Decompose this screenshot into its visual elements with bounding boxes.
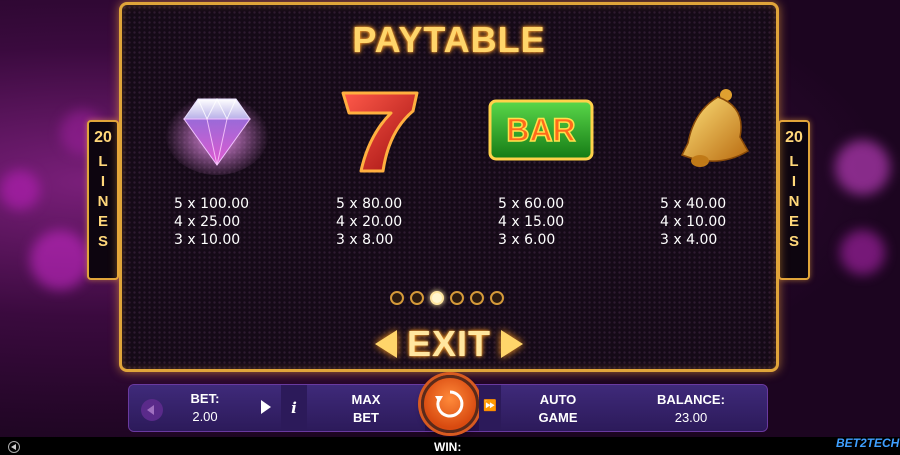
max-bet-button[interactable]: MAX BET [307, 385, 425, 431]
brand-logo: BET2TECH [836, 436, 900, 450]
spin-arrow-icon [435, 390, 464, 418]
lines-letter: S [788, 233, 799, 250]
balance-value: 23.00 [674, 410, 708, 425]
pay-value: 4 x 20.00 [336, 214, 403, 230]
paytable-values-bell: 5 x 40.00 4 x 10.00 3 x 4.00 [660, 195, 790, 249]
bet-value: 2.00 [192, 409, 218, 424]
paytable-values-diamond: 5 x 100.00 4 x 25.00 3 x 10.00 [174, 195, 304, 249]
paytable-values-bar: 5 x 60.00 4 x 15.00 3 x 6.00 [498, 195, 628, 249]
bet-increase-button[interactable] [261, 400, 271, 414]
background-bokeh [30, 230, 90, 290]
win-label: WIN: [434, 440, 462, 454]
lines-letter: N [97, 193, 109, 210]
diamond-icon [165, 91, 269, 175]
next-page-arrow-icon[interactable] [501, 330, 523, 358]
max-bet-label: MAX [351, 392, 381, 407]
spin-button[interactable] [421, 375, 479, 433]
lines-letter: S [97, 233, 108, 250]
balance-label: BALANCE: [657, 392, 725, 407]
symbol-bell [638, 85, 768, 175]
pay-value: 5 x 60.00 [498, 196, 565, 212]
auto-game-button[interactable]: AUTO GAME [501, 385, 615, 431]
lines-letter: L [789, 153, 799, 170]
pay-value: 3 x 10.00 [174, 232, 241, 248]
paytable-title: PAYTABLE [352, 19, 546, 60]
lines-count: 20 [94, 129, 112, 146]
info-button[interactable]: i [281, 385, 307, 431]
lines-letter: N [788, 193, 800, 210]
control-bar: BET: 2.00 i MAX BET ⏩ AUTO GAME BALANCE:… [128, 375, 768, 433]
pay-value: 4 x 15.00 [498, 214, 565, 230]
info-icon: i [291, 399, 297, 417]
bet-label: BET: [190, 391, 220, 406]
pay-value: 4 x 25.00 [174, 214, 241, 230]
page-dot[interactable] [490, 291, 504, 305]
bet-control: BET: 2.00 [129, 385, 281, 431]
lines-letter: I [100, 173, 106, 190]
previous-page-arrow-icon[interactable] [374, 330, 397, 358]
pay-value: 3 x 8.00 [336, 232, 394, 248]
seven-icon [341, 91, 419, 173]
bar-label: BAR [506, 112, 575, 148]
lines-letter: I [791, 173, 797, 190]
lines-letter: E [97, 213, 108, 230]
background-bokeh [835, 140, 890, 195]
background-bokeh [840, 230, 885, 275]
sound-toggle-icon[interactable] [8, 441, 20, 453]
balance-display: BALANCE: 23.00 [615, 385, 767, 431]
symbol-diamond [152, 85, 282, 175]
fast-forward-icon: ⏩ [483, 400, 497, 412]
pay-value: 5 x 40.00 [660, 196, 727, 212]
page-dot[interactable] [450, 291, 464, 305]
page-dot[interactable] [470, 291, 484, 305]
pay-value: 5 x 100.00 [174, 196, 250, 212]
paytable-values-seven: 5 x 80.00 4 x 20.00 3 x 8.00 [336, 195, 466, 249]
page-dot[interactable] [410, 291, 424, 305]
exit-navigation: EXIT [122, 323, 776, 365]
lines-indicator-left: 20 L I N E S [87, 120, 119, 280]
lines-count: 20 [785, 129, 803, 146]
auto-game-label: GAME [538, 410, 578, 425]
lines-letter: E [788, 213, 799, 230]
background-bokeh [0, 170, 40, 210]
exit-button[interactable]: EXIT [407, 323, 491, 365]
page-dot[interactable] [390, 291, 404, 305]
fast-play-button[interactable]: ⏩ [479, 385, 501, 431]
paytable-panel: PAYTABLE BAR 5 x 100.00 4 x 25.00 3 x 10… [119, 2, 779, 372]
bell-icon [680, 89, 750, 167]
bar-icon: BAR [488, 99, 594, 161]
pay-value: 3 x 6.00 [498, 232, 556, 248]
symbol-seven [314, 85, 444, 175]
page-dot[interactable] [430, 291, 444, 305]
max-bet-label: BET [353, 410, 379, 425]
page-indicator [390, 291, 504, 305]
auto-game-label: AUTO [539, 392, 577, 407]
pay-value: 4 x 10.00 [660, 214, 727, 230]
lines-letter: L [98, 153, 108, 170]
symbol-bar: BAR [476, 85, 606, 175]
pay-value: 3 x 4.00 [660, 232, 718, 248]
pay-value: 5 x 80.00 [336, 196, 403, 212]
